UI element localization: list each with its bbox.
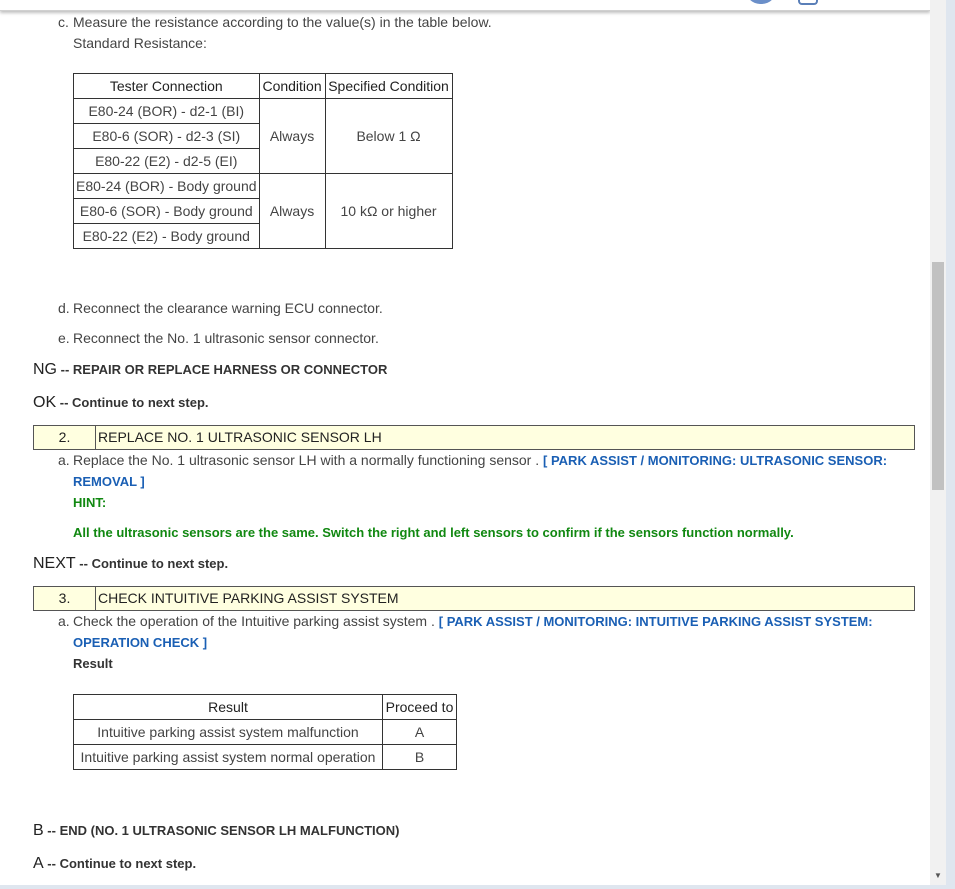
standard-resistance-label: Standard Resistance: (73, 35, 207, 51)
step-number: 2. (34, 426, 96, 449)
tester-connection-cell: E80-24 (BOR) - d2-1 (BI) (73, 98, 260, 124)
user-avatar-icon[interactable] (746, 0, 776, 4)
table-header: Proceed to (382, 694, 457, 720)
scroll-down-arrow-icon[interactable]: ▼ (932, 870, 944, 882)
scrollbar-thumb[interactable] (932, 262, 944, 490)
tester-connection-cell: E80-6 (SOR) - Body ground (73, 198, 260, 224)
step-2a-instruction: a. Replace the No. 1 ultrasonic sensor LH… (58, 452, 888, 468)
table-row: Intuitive parking assist system malfunct… (73, 719, 457, 745)
step-3a-instruction: a. Check the operation of the Intuitive p… (58, 613, 873, 629)
table-header: Specified Condition (324, 73, 453, 99)
tester-connection-cell: E80-22 (E2) - Body ground (73, 223, 260, 249)
document-content: c. Measure the resistance according to th… (0, 0, 930, 885)
operation-check-link[interactable]: [ PARK ASSIST / MONITORING: INTUITIVE PA… (439, 614, 873, 629)
step-d-instruction: d. Reconnect the clearance warning ECU co… (58, 300, 383, 316)
table-header: Result (73, 694, 383, 720)
hint-text: All the ultrasonic sensors are the same.… (73, 525, 794, 540)
step-title: REPLACE NO. 1 ULTRASONIC SENSOR LH (98, 429, 382, 445)
window-frame-bottom (0, 885, 955, 889)
ng-result-line: NG -- REPAIR OR REPLACE HARNESS OR CONNE… (33, 361, 388, 378)
operation-check-link-cont[interactable]: OPERATION CHECK ] (73, 635, 207, 650)
resistance-table: Tester Connection Condition Specified Co… (73, 73, 453, 249)
menu-icon[interactable] (798, 0, 818, 5)
tester-connection-cell: E80-6 (SOR) - d2-3 (SI) (73, 123, 260, 149)
result-label: Result (73, 656, 113, 671)
table-header: Tester Connection (73, 73, 260, 99)
window-frame-right (946, 0, 955, 889)
proceed-cell: A (382, 719, 457, 745)
ultrasonic-sensor-removal-link[interactable]: [ PARK ASSIST / MONITORING: ULTRASONIC S… (543, 453, 887, 468)
result-table: Result Proceed to Intuitive parking assi… (73, 694, 457, 770)
step-e-instruction: e. Reconnect the No. 1 ultrasonic sensor … (58, 330, 379, 346)
tester-connection-cell: E80-24 (BOR) - Body ground (73, 173, 260, 199)
result-cell: Intuitive parking assist system normal o… (73, 744, 383, 770)
specified-condition-cell: 10 kΩ or higher (324, 173, 453, 249)
table-row: Intuitive parking assist system normal o… (73, 744, 457, 770)
top-toolbar (0, 0, 930, 11)
ultrasonic-sensor-removal-link-cont[interactable]: REMOVAL ] (73, 474, 145, 489)
specified-condition-cell: Below 1 Ω (324, 98, 453, 174)
result-cell: Intuitive parking assist system malfunct… (73, 719, 383, 745)
ok-result-line: OK -- Continue to next step. (33, 394, 209, 411)
table-header: Condition (258, 73, 326, 99)
step-number: 3. (34, 587, 96, 610)
hint-label: HINT: (73, 495, 107, 510)
b-result-line: B -- END (NO. 1 ULTRASONIC SENSOR LH MAL… (33, 822, 400, 839)
tester-connection-cell: E80-22 (E2) - d2-5 (EI) (73, 148, 260, 174)
next-result-line: NEXT -- Continue to next step. (33, 555, 229, 572)
step-3-header: 3. CHECK INTUITIVE PARKING ASSIST SYSTEM (33, 586, 915, 611)
step-c-instruction: c. Measure the resistance according to th… (58, 14, 492, 30)
a-result-line: A -- Continue to next step. (33, 855, 197, 872)
table-row: E80-24 (BOR) - Body ground Always 10 kΩ … (73, 173, 453, 249)
step-title: CHECK INTUITIVE PARKING ASSIST SYSTEM (98, 590, 399, 606)
table-row: E80-24 (BOR) - d2-1 (BI) Always Below 1 … (73, 98, 453, 174)
step-2-header: 2. REPLACE NO. 1 ULTRASONIC SENSOR LH (33, 425, 915, 450)
condition-cell: Always (258, 98, 326, 174)
condition-cell: Always (258, 173, 326, 249)
proceed-cell: B (382, 744, 457, 770)
